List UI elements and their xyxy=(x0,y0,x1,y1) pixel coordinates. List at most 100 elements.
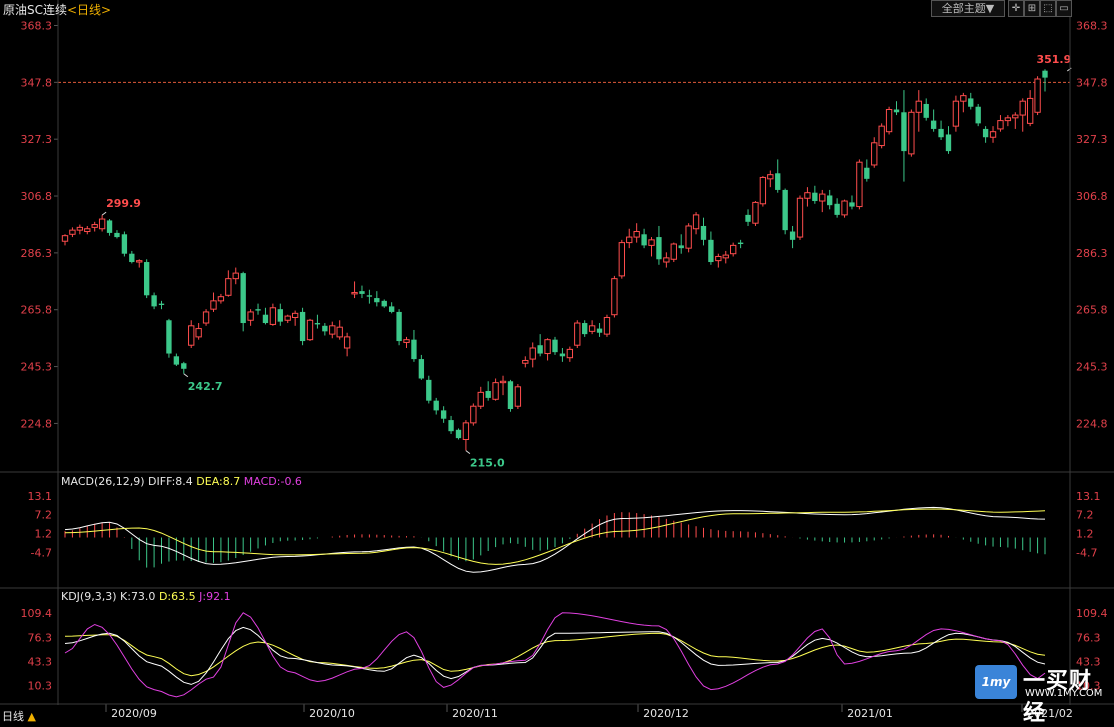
j-line xyxy=(64,612,1046,698)
theme-select-button[interactable]: 全部主题▼ xyxy=(931,0,1005,17)
macd-legend-name: MACD xyxy=(243,475,277,488)
candle-body xyxy=(611,278,618,316)
brand-logo: 1my 一买财经 WWW.1MY.COM xyxy=(975,665,1110,726)
candle-body xyxy=(1012,114,1019,119)
x-tick-label: 2020/10 xyxy=(309,707,355,720)
candle-body xyxy=(173,356,180,365)
candle-body xyxy=(322,325,328,332)
kdj-tick-right: 109.4 xyxy=(1076,607,1108,620)
price-tick-right: 368.3 xyxy=(1076,19,1108,32)
candle-body xyxy=(202,311,210,324)
candle-body xyxy=(588,325,596,332)
candle-body xyxy=(804,192,811,199)
macd-tick-left: 7.2 xyxy=(35,509,53,522)
k-line xyxy=(64,626,1046,685)
candle-body xyxy=(411,339,417,360)
candle-body xyxy=(685,225,692,249)
annotation-pointer xyxy=(465,450,471,454)
price-tick-right: 347.8 xyxy=(1076,76,1108,89)
price-tick-left: 368.3 xyxy=(21,19,53,32)
x-tick-label: 2021/01 xyxy=(847,707,893,720)
price-tick-left: 286.3 xyxy=(21,247,53,260)
candle-body xyxy=(314,323,321,325)
candle-body xyxy=(426,379,432,401)
candle-body xyxy=(945,134,952,152)
candle-body xyxy=(775,173,781,190)
candle-body xyxy=(737,242,744,244)
candle-body xyxy=(269,307,277,325)
macd-y-axis: 13.1 13.1 7.2 7.2 1.2 1.2 -4.7 -4.7 xyxy=(28,490,1101,559)
bottom-timeframe[interactable]: 日线 ▲ xyxy=(2,708,36,724)
candle-body xyxy=(448,420,454,432)
candle-body xyxy=(492,382,499,400)
candle-body xyxy=(225,278,232,296)
candle-body xyxy=(759,176,767,205)
candle-body xyxy=(433,400,439,411)
candle-body xyxy=(819,193,826,202)
candle-body xyxy=(121,234,128,254)
window-tool-icon[interactable]: ▭ xyxy=(1056,0,1072,17)
candle-body xyxy=(181,363,187,369)
grid-tool-icon[interactable]: ⊞ xyxy=(1024,0,1040,17)
dea-line xyxy=(64,508,1046,565)
candle-body xyxy=(418,359,425,379)
macd-tick-right: 13.1 xyxy=(1076,490,1101,503)
candle-body xyxy=(849,202,855,207)
candle-body xyxy=(507,381,514,409)
price-tick-right: 224.8 xyxy=(1076,417,1108,430)
kdj-tick-left: 10.3 xyxy=(28,680,53,693)
j-legend-value: 92.1 xyxy=(206,590,231,603)
candle-body xyxy=(477,391,484,407)
candle-body xyxy=(715,255,722,262)
candle-body xyxy=(440,410,447,419)
candle-body xyxy=(856,161,863,208)
candle-body xyxy=(893,109,900,113)
expand-arrow-icon[interactable]: ▲ xyxy=(28,710,36,723)
candle-body xyxy=(670,243,677,260)
candle-body xyxy=(217,296,225,302)
macd-legend-value: -0.6 xyxy=(280,475,302,488)
candle-body xyxy=(195,328,202,338)
candle-body xyxy=(722,254,729,259)
dea-legend-name: DEA xyxy=(196,475,220,488)
candle-body xyxy=(700,225,707,240)
symbol-name: 原油SC连续 xyxy=(3,3,67,17)
high-annotation: 299.9 xyxy=(106,197,141,210)
candle-body xyxy=(1019,100,1026,116)
candle-body xyxy=(692,214,700,230)
candle-body xyxy=(359,291,365,294)
candle-body xyxy=(499,380,507,384)
x-tick-label: 2020/11 xyxy=(452,707,498,720)
annotation-pointer xyxy=(1066,67,1072,72)
candle-body xyxy=(232,272,239,280)
low-annotation: 215.0 xyxy=(470,457,505,470)
kdj-title: KDJ(9,3,3) xyxy=(61,590,117,603)
candle-body xyxy=(656,237,662,260)
diff-legend-value: 8.4 xyxy=(175,475,193,488)
price-tick-left: 265.8 xyxy=(21,304,53,317)
candle-body xyxy=(566,348,574,359)
candle-body xyxy=(633,231,640,238)
candle-body xyxy=(284,315,291,321)
high-annotation: 351.9 xyxy=(1036,53,1071,66)
bottom-timeframe-label: 日线 xyxy=(2,710,24,723)
candle-body xyxy=(166,320,172,354)
candle-body xyxy=(827,195,833,206)
annotation-pointer xyxy=(101,211,107,216)
date-x-axis: 2020/09 2020/10 2020/11 2020/12 2021/01 2021/… xyxy=(105,704,1073,720)
candle-body xyxy=(952,100,960,127)
candle-body xyxy=(796,197,804,238)
candle-body xyxy=(255,309,261,311)
low-annotation: 242.7 xyxy=(188,380,223,393)
candle-body xyxy=(388,306,395,312)
candle-body xyxy=(730,244,737,255)
candle-body xyxy=(871,142,878,166)
candle-body xyxy=(603,316,611,335)
kdj-y-axis: 109.4 109.476.3 76.343.3 43.310.3 10.3 xyxy=(21,607,1108,692)
crosshair-tool-icon[interactable]: ✛ xyxy=(1008,0,1024,17)
candle-body xyxy=(262,314,269,324)
zoom-tool-icon[interactable]: ⬚ xyxy=(1040,0,1056,17)
candle-body xyxy=(403,339,410,343)
macd-tick-right: 1.2 xyxy=(1076,528,1094,541)
chart-canvas[interactable]: 368.3 368.3 347.8 347.8 327.3 327.3 306.8 306.8… xyxy=(0,0,1114,723)
